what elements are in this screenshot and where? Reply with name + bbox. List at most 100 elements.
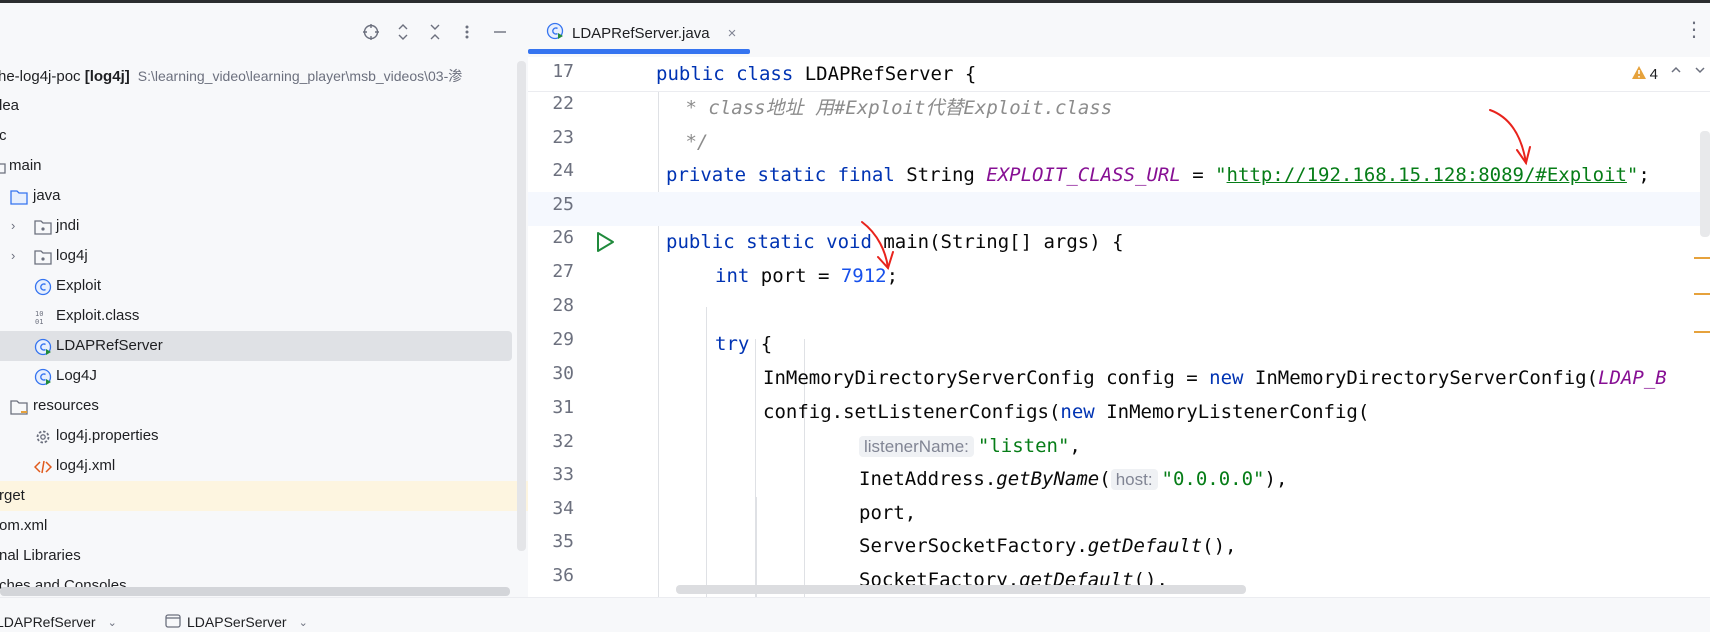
tree-item-jndi[interactable]: › jndi [0, 211, 512, 241]
close-icon[interactable]: × [728, 25, 737, 42]
horizontal-scrollbar[interactable] [676, 585, 1246, 594]
code-area[interactable]: * class地址 用#Exploit代替Exploit.class */ pr… [528, 57, 1710, 597]
tree-item-src[interactable]: c [0, 121, 512, 151]
tab-label: LDAPRefServer.java [572, 24, 710, 42]
code-text: InetAddress.getByName(host: "0.0.0.0"), [859, 468, 1288, 490]
tree-item-log4j-properties[interactable]: log4j.properties [0, 421, 512, 451]
tree-item-log4j-class[interactable]: Log4J [0, 361, 512, 391]
resources-folder-icon [10, 397, 28, 415]
chevron-down-icon[interactable]: ⌄ [108, 616, 117, 629]
line-number: 35 [552, 531, 574, 552]
tree-item-target[interactable]: rget [0, 481, 528, 511]
chevron-up-icon[interactable] [1670, 63, 1682, 80]
code-line: ServerSocketFactory.getDefault(), [528, 529, 1710, 563]
tree-item-label: he-log4j-poc [0, 68, 81, 85]
binary-file-icon: 10 01 [34, 307, 52, 326]
port-number: 7912 [840, 265, 887, 287]
line-number: 25 [552, 194, 574, 215]
warning-stripe[interactable] [1694, 331, 1710, 333]
tree-item-label: Log4J [56, 367, 97, 384]
tab-label: LDAPRefServer [0, 614, 96, 630]
module-name: [log4j] [84, 68, 130, 85]
code-comment: * class地址 用#Exploit代替Exploit.class [674, 97, 1113, 119]
tree-item-label: LDAPRefServer [56, 337, 163, 354]
line-number: 36 [552, 565, 574, 586]
expand-all-icon[interactable] [389, 16, 417, 48]
code-line: config.setListenerConfigs(new InMemoryLi… [528, 395, 1710, 429]
svg-text:01: 01 [35, 318, 43, 326]
horizontal-scrollbar[interactable] [0, 587, 510, 596]
chevron-right-icon[interactable]: › [11, 241, 23, 271]
gear-icon [34, 427, 52, 445]
run-tool-tabs: LDAPRefServer ⌄ LDAPSerServer ⌄ [0, 597, 1710, 630]
tree-item-main[interactable]: main [0, 151, 512, 181]
tree-item-exploit-class[interactable]: 10 01 Exploit.class [0, 301, 512, 331]
code-text: port, [859, 502, 917, 524]
more-icon[interactable] [453, 16, 481, 48]
code-line: port, [528, 496, 1710, 530]
tree-item-project-root[interactable]: he-log4j-poc [log4j] S:\learning_video\le… [0, 61, 512, 91]
chevron-down-icon[interactable] [1694, 63, 1706, 80]
sticky-scroll-header[interactable]: public class LDAPRefServer { [528, 57, 1710, 92]
code-line-current [528, 192, 1710, 226]
line-number: 23 [552, 127, 574, 148]
tree-item-external-libraries[interactable]: nal Libraries [0, 541, 512, 571]
editor-tab-bar: LDAPRefServer.java × ⋮ [528, 3, 1710, 58]
tree-item-exploit[interactable]: Exploit [0, 271, 512, 301]
runnable-class-icon [34, 337, 52, 356]
locate-icon[interactable] [357, 16, 385, 48]
warning-icon [1631, 65, 1647, 84]
line-number-gutter[interactable]: 17 22 23 24 25 26 27 28 29 30 31 32 33 3… [528, 57, 648, 597]
java-class-icon [34, 277, 52, 296]
code-line: InetAddress.getByName(host: "0.0.0.0"), [528, 462, 1710, 496]
warning-stripe[interactable] [1694, 257, 1710, 259]
tree-item-label: java [33, 187, 61, 204]
tree-item-idea[interactable]: lea [0, 91, 512, 121]
tree-item-label: nal Libraries [0, 547, 81, 564]
line-number: 30 [552, 363, 574, 384]
tree-item-java[interactable]: java [0, 181, 512, 211]
tree-item-pom-xml[interactable]: om.xml [0, 511, 512, 541]
tree-item-log4j-xml[interactable]: log4j.xml [0, 451, 512, 481]
tree-item-label: log4j [56, 247, 88, 264]
tab-run-ldapserserver[interactable]: LDAPSerServer ⌄ [165, 612, 308, 632]
code-text: int port = 7912; [715, 265, 899, 287]
tree-item-label: lea [0, 97, 20, 114]
tab-ldaprefserver-java[interactable]: LDAPRefServer.java × [532, 13, 750, 53]
code-text: config.setListenerConfigs(new InMemoryLi… [763, 401, 1370, 423]
tree-item-label: log4j.xml [56, 457, 116, 474]
line-number: 24 [552, 160, 574, 181]
tree-item-label: Exploit.class [56, 307, 140, 324]
project-path: S:\learning_video\learning_player\msb_vi… [137, 68, 463, 84]
project-tool-window: he-log4j-poc [log4j] S:\learning_video\le… [0, 3, 528, 597]
code-text: listenerName: "listen", [859, 429, 1081, 464]
tree-item-log4j[interactable]: › log4j [0, 241, 512, 271]
console-icon [165, 613, 181, 631]
runnable-class-icon [546, 22, 564, 44]
inspection-widget[interactable]: 4 [1631, 65, 1658, 84]
line-number: 29 [552, 329, 574, 350]
code-line: int port = 7912; [528, 259, 1710, 293]
code-text: try { [715, 333, 773, 355]
code-line: private static final String EXPLOIT_CLAS… [528, 158, 1710, 192]
more-icon[interactable]: ⋮ [1684, 17, 1704, 42]
tab-run-ldaprefserver[interactable]: LDAPRefServer ⌄ [0, 612, 117, 632]
chevron-right-icon[interactable]: › [11, 211, 23, 241]
code-text: public class LDAPRefServer { [656, 63, 977, 85]
chevron-down-icon[interactable]: ⌄ [299, 616, 308, 629]
collapse-all-icon[interactable] [421, 16, 449, 48]
exploit-url-link[interactable]: http://192.168.15.128:8089/#Exploit [1227, 164, 1627, 186]
tab-label: LDAPSerServer [187, 614, 287, 630]
tree-item-ldaprefserver[interactable]: LDAPRefServer [0, 331, 512, 361]
tree-item-resources[interactable]: resources [0, 391, 512, 421]
warning-stripe[interactable] [1694, 293, 1710, 295]
vertical-scrollbar[interactable] [1700, 131, 1710, 237]
run-gutter-icon[interactable] [595, 231, 615, 253]
package-icon [34, 217, 52, 235]
parameter-hint: host: [1110, 469, 1158, 490]
minimize-icon[interactable] [486, 16, 514, 48]
package-icon [34, 247, 52, 265]
vertical-scrollbar[interactable] [517, 61, 526, 551]
warning-count: 4 [1649, 66, 1658, 83]
line-number: 22 [552, 93, 574, 114]
